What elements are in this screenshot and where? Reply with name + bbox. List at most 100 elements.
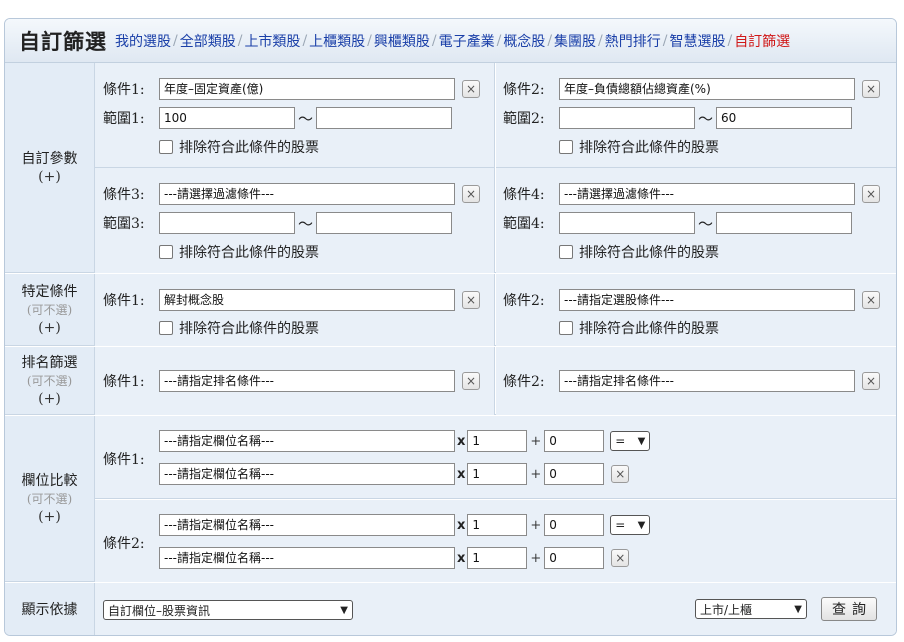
optional-note: (可不選) (26, 491, 73, 506)
compare-2-field-a-input[interactable]: ---請指定欄位名稱--- (159, 514, 455, 536)
ranking-condition-2-input[interactable]: ---請指定排名條件--- (559, 370, 855, 392)
market-select[interactable]: 上市/上櫃 ▼ (695, 599, 807, 619)
exclude-special-condition-1-checkbox[interactable]: 排除符合此條件的股票 (159, 318, 319, 338)
compare-1-operator-select[interactable]: = ▼ (610, 431, 651, 451)
condition-4-input[interactable]: ---請選擇過濾條件--- (559, 183, 855, 205)
range-separator: ～ (698, 109, 714, 128)
exclude-condition-2-checkbox[interactable]: 排除符合此條件的股票 (559, 137, 719, 157)
ranking-condition-1-input[interactable]: ---請指定排名條件--- (159, 370, 455, 392)
nav-separator: / (727, 32, 733, 49)
nav-item[interactable]: 電子產業 (439, 31, 495, 51)
clear-condition-2-button[interactable]: × (862, 80, 880, 98)
expand-toggle[interactable]: (+) (38, 508, 61, 526)
condition-2-label: 條件2: (503, 82, 545, 98)
nav-item[interactable]: 全部類股 (180, 31, 236, 51)
display-label: 顯示依據 (5, 583, 95, 635)
exclude-special-condition-2-checkbox[interactable]: 排除符合此條件的股票 (559, 318, 719, 338)
range-3-label: 範圍3: (103, 216, 145, 232)
clear-compare-condition-1-button[interactable]: × (611, 465, 630, 483)
condition-1-cell: 條件1: 年度–固定資產(億) × 範圍1: 100 ～ 排除符合此條件的股票 (95, 63, 495, 168)
range-4-max-input[interactable] (716, 212, 853, 234)
compare-1-mult-a-input[interactable]: 1 (467, 430, 528, 452)
clear-special-condition-2-button[interactable]: × (862, 291, 880, 309)
display-options-cell: 自訂欄位–股票資訊 ▼ 上市/上櫃 ▼ 查詢 (95, 583, 896, 635)
ranking-section: 排名篩選 (可不選) (+) 條件1: ---請指定排名條件--- × 條件2:… (5, 347, 896, 415)
exclude-condition-4-checkbox[interactable]: 排除符合此條件的股票 (559, 242, 719, 262)
compare-2-mult-a-input[interactable]: 1 (467, 514, 528, 536)
special-condition-1-input[interactable]: 解封概念股 (159, 289, 455, 311)
range-1-min-input[interactable]: 100 (159, 107, 295, 129)
checkbox-box[interactable] (559, 321, 573, 335)
expand-toggle[interactable]: (+) (38, 390, 61, 408)
nav-separator: / (598, 32, 603, 49)
clear-special-condition-1-button[interactable]: × (462, 291, 480, 309)
compare-1-mult-b-input[interactable]: 1 (467, 463, 528, 485)
compare-1-add-a-input[interactable]: 0 (544, 430, 605, 452)
condition-1-input[interactable]: 年度–固定資產(億) (159, 78, 455, 100)
nav-item[interactable]: 自訂篩選 (734, 31, 790, 51)
display-section: 顯示依據 自訂欄位–股票資訊 ▼ 上市/上櫃 ▼ 查詢 (5, 583, 896, 635)
compare-1-add-b-input[interactable]: 0 (544, 463, 605, 485)
clear-compare-condition-2-button[interactable]: × (611, 549, 630, 567)
checkbox-label: 排除符合此條件的股票 (579, 140, 719, 156)
compare-2-add-b-input[interactable]: 0 (544, 547, 605, 569)
nav-item[interactable]: 集團股 (554, 31, 596, 51)
nav-item[interactable]: 上櫃類股 (309, 31, 365, 51)
display-basis-select[interactable]: 自訂欄位–股票資訊 ▼ (103, 600, 353, 620)
nav-separator: / (496, 32, 502, 49)
exclude-condition-1-checkbox[interactable]: 排除符合此條件的股票 (159, 137, 319, 157)
clear-condition-3-button[interactable]: × (462, 185, 480, 203)
expand-toggle[interactable]: (+) (38, 168, 61, 186)
special-condition-2-input[interactable]: ---請指定選股條件--- (559, 289, 855, 311)
checkbox-label: 排除符合此條件的股票 (179, 245, 319, 261)
checkbox-box[interactable] (559, 140, 573, 154)
nav-item[interactable]: 上市類股 (244, 31, 300, 51)
compare-1-field-b-input[interactable]: ---請指定欄位名稱--- (159, 463, 455, 485)
range-2-min-input[interactable] (559, 107, 695, 129)
nav-item[interactable]: 熱門排行 (605, 31, 661, 51)
compare-2-field-b-input[interactable]: ---請指定欄位名稱--- (159, 547, 455, 569)
compare-1-field-a-input[interactable]: ---請指定欄位名稱--- (159, 430, 455, 452)
nav-item[interactable]: 智慧選股 (669, 31, 725, 51)
condition-4-cell: 條件4: ---請選擇過濾條件--- × 範圍4: ～ 排除符合此條件的股票 (496, 168, 896, 273)
plus-sign: + (530, 550, 542, 566)
clear-ranking-condition-2-button[interactable]: × (862, 372, 880, 390)
condition-3-input[interactable]: ---請選擇過濾條件--- (159, 183, 455, 205)
plus-sign: + (530, 466, 542, 482)
query-button[interactable]: 查詢 (821, 597, 877, 621)
range-4-label: 範圍4: (503, 216, 545, 232)
clear-condition-1-button[interactable]: × (462, 80, 480, 98)
field-compare-label: 欄位比較 (可不選) (+) (5, 416, 95, 581)
optional-note: (可不選) (26, 302, 73, 317)
market-value: 上市/上櫃 (700, 602, 753, 617)
nav-item[interactable]: 概念股 (503, 31, 545, 51)
compare-2-mult-b-input[interactable]: 1 (467, 547, 528, 569)
nav-separator: / (173, 32, 178, 49)
range-3-min-input[interactable] (159, 212, 295, 234)
condition-2-input[interactable]: 年度–負債總額佔總資產(%) (559, 78, 855, 100)
header-bar: 自訂篩選 我的選股 / 全部類股 / 上市類股 / 上櫃類股 / 興櫃類股 / 電子產業 / 概念股 / 集… (5, 19, 896, 63)
range-3-max-input[interactable] (316, 212, 453, 234)
nav-item[interactable]: 興櫃類股 (374, 31, 430, 51)
range-2-max-input[interactable]: 60 (716, 107, 853, 129)
compare-2-add-a-input[interactable]: 0 (544, 514, 605, 536)
range-4-min-input[interactable] (559, 212, 695, 234)
clear-condition-4-button[interactable]: × (862, 185, 880, 203)
range-1-max-input[interactable] (316, 107, 453, 129)
page-title: 自訂篩選 (19, 28, 107, 54)
display-basis-value: 自訂欄位–股票資訊 (108, 603, 211, 618)
checkbox-box[interactable] (159, 245, 173, 259)
expand-toggle[interactable]: (+) (38, 319, 61, 337)
clear-ranking-condition-1-button[interactable]: × (462, 372, 480, 390)
compare-2-operator-select[interactable]: = ▼ (610, 515, 651, 535)
exclude-condition-3-checkbox[interactable]: 排除符合此條件的股票 (159, 242, 319, 262)
nav-separator: / (431, 32, 437, 49)
ranking-condition-1-label: 條件1: (103, 374, 145, 390)
checkbox-box[interactable] (159, 321, 173, 335)
checkbox-box[interactable] (559, 245, 573, 259)
checkbox-label: 排除符合此條件的股票 (179, 140, 319, 156)
nav-item[interactable]: 我的選股 (115, 31, 171, 51)
ranking-condition-1-cell: 條件1: ---請指定排名條件--- × (95, 347, 495, 415)
checkbox-label: 排除符合此條件的股票 (579, 245, 719, 261)
checkbox-box[interactable] (159, 140, 173, 154)
